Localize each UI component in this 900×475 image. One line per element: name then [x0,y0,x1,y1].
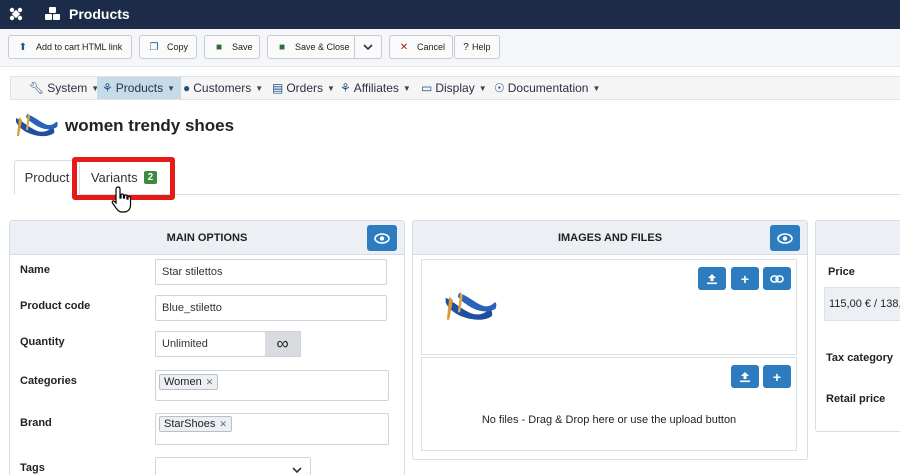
eye-icon[interactable] [770,225,800,251]
caret-down-icon: ▼ [402,83,411,93]
help-button[interactable]: ? Help [454,35,500,59]
categories-field[interactable]: Women ✕ [155,370,389,401]
caret-down-icon: ▼ [167,83,176,93]
lifebuoy-icon: ☉ [494,81,505,95]
brand-label: Brand [20,417,52,429]
link-icon [770,274,784,283]
price-panel-header [816,221,900,255]
brand-field[interactable]: StarShoes ✕ [155,413,389,445]
price-value[interactable]: 115,00 € / 138, [824,287,900,321]
product-title: women trendy shoes [65,116,235,135]
copy-button[interactable]: ❐ Copy [139,35,197,59]
nav-item-system[interactable]: 🔧︎ System ▼ [29,77,99,99]
plus-icon: + [740,270,750,287]
tax-category-label: Tax category [826,352,894,364]
add-file-button[interactable]: + [763,365,791,388]
credit-card-icon: ▤ [272,81,284,95]
name-field[interactable]: Star stilettos [155,259,387,285]
caret-down-icon: ▼ [478,83,487,93]
caret-down-icon: ▼ [327,83,335,93]
remove-chip-icon[interactable]: ✕ [219,419,227,430]
upload-icon [707,273,717,284]
wrench-icon: 🔧︎ [29,81,45,95]
save-icon: ■ [278,41,286,53]
nav-item-display[interactable]: ▭ Display ▼ [421,77,487,99]
categories-label: Categories [20,375,77,387]
product-thumbnail-image [16,113,58,137]
name-label: Name [20,264,50,276]
images-dropzone[interactable]: + [421,259,797,355]
quantity-field[interactable]: Unlimited [155,331,266,357]
save-button[interactable]: ■ Save [204,35,260,59]
caret-down-icon: ▼ [592,83,601,93]
add-image-button[interactable]: + [731,267,759,290]
upload-image-button[interactable] [698,267,726,290]
hand-pointer-cursor-icon [111,186,132,213]
eye-icon[interactable] [367,225,397,251]
joomla-logo-icon[interactable] [8,6,24,22]
nav-item-customers[interactable]: ● Customers ▼ [183,77,263,99]
remove-chip-icon[interactable]: ✕ [206,377,214,388]
upload-icon [740,371,750,382]
caret-down-icon: ▼ [255,83,264,93]
price-panel: Price 115,00 € / 138, Tax category Retai… [815,220,900,432]
main-options-panel: MAIN OPTIONS Name Star stilettos Product… [9,220,405,475]
close-icon: ✕ [399,41,409,53]
save-close-button[interactable]: ■ Save & Close [267,35,355,59]
nav-item-orders[interactable]: ▤ Orders ▼ [272,77,335,99]
category-chip[interactable]: Women ✕ [159,374,219,390]
brand-chip[interactable]: StarShoes ✕ [159,416,232,432]
infinity-toggle-button[interactable]: ∞ [265,331,301,357]
copy-icon: ❐ [149,41,159,53]
plus-icon: + [772,368,782,385]
nav-item-documentation[interactable]: ☉ Documentation ▼ [494,77,600,99]
quantity-label: Quantity [20,336,65,348]
files-dropzone[interactable]: + No files - Drag & Drop here or use the… [421,357,797,451]
no-files-message: No files - Drag & Drop here or use the u… [481,414,737,426]
help-icon: ? [463,41,469,53]
products-cubes-icon [45,7,60,20]
save-icon: ■ [215,41,223,53]
top-header-bar: Products [0,0,900,29]
affiliates-icon: ⚘ [340,81,351,95]
toolbar: ⬆ Add to cart HTML link ❐ Copy ■ Save ■ … [0,29,900,67]
page-title: Products [69,6,130,22]
products-cubes-icon: ⚘ [102,81,113,95]
user-icon: ● [183,81,191,95]
tags-label: Tags [20,462,45,474]
nav-item-affiliates[interactable]: ⚘ Affiliates ▼ [340,77,411,99]
upload-icon: ⬆ [18,41,28,53]
add-to-cart-link-button[interactable]: ⬆ Add to cart HTML link [8,35,132,59]
tags-field[interactable] [155,457,311,475]
nav-item-products[interactable]: ⚘ Products ▼ [97,77,182,99]
main-options-header: MAIN OPTIONS [10,221,404,255]
product-code-label: Product code [20,300,91,312]
tab-product[interactable]: Product [14,160,80,195]
images-files-panel: IMAGES AND FILES + + No files - Drag & D… [412,220,808,460]
price-label: Price [828,266,855,278]
product-code-field[interactable]: Blue_stiletto [155,295,387,321]
product-image[interactable] [442,284,498,326]
upload-file-button[interactable] [731,365,759,388]
chevron-down-icon [292,467,302,473]
images-files-header: IMAGES AND FILES [413,221,807,255]
main-nav-menu: 🔧︎ System ▼ ⚘ Products ▼ ● Customers ▼ ▤ Or… [10,76,900,100]
cancel-button[interactable]: ✕ Cancel [389,35,453,59]
monitor-icon: ▭ [421,81,433,95]
link-image-button[interactable] [763,267,791,290]
chevron-down-icon [363,44,373,50]
save-options-dropdown[interactable] [354,35,382,59]
retail-price-label: Retail price [826,393,886,405]
